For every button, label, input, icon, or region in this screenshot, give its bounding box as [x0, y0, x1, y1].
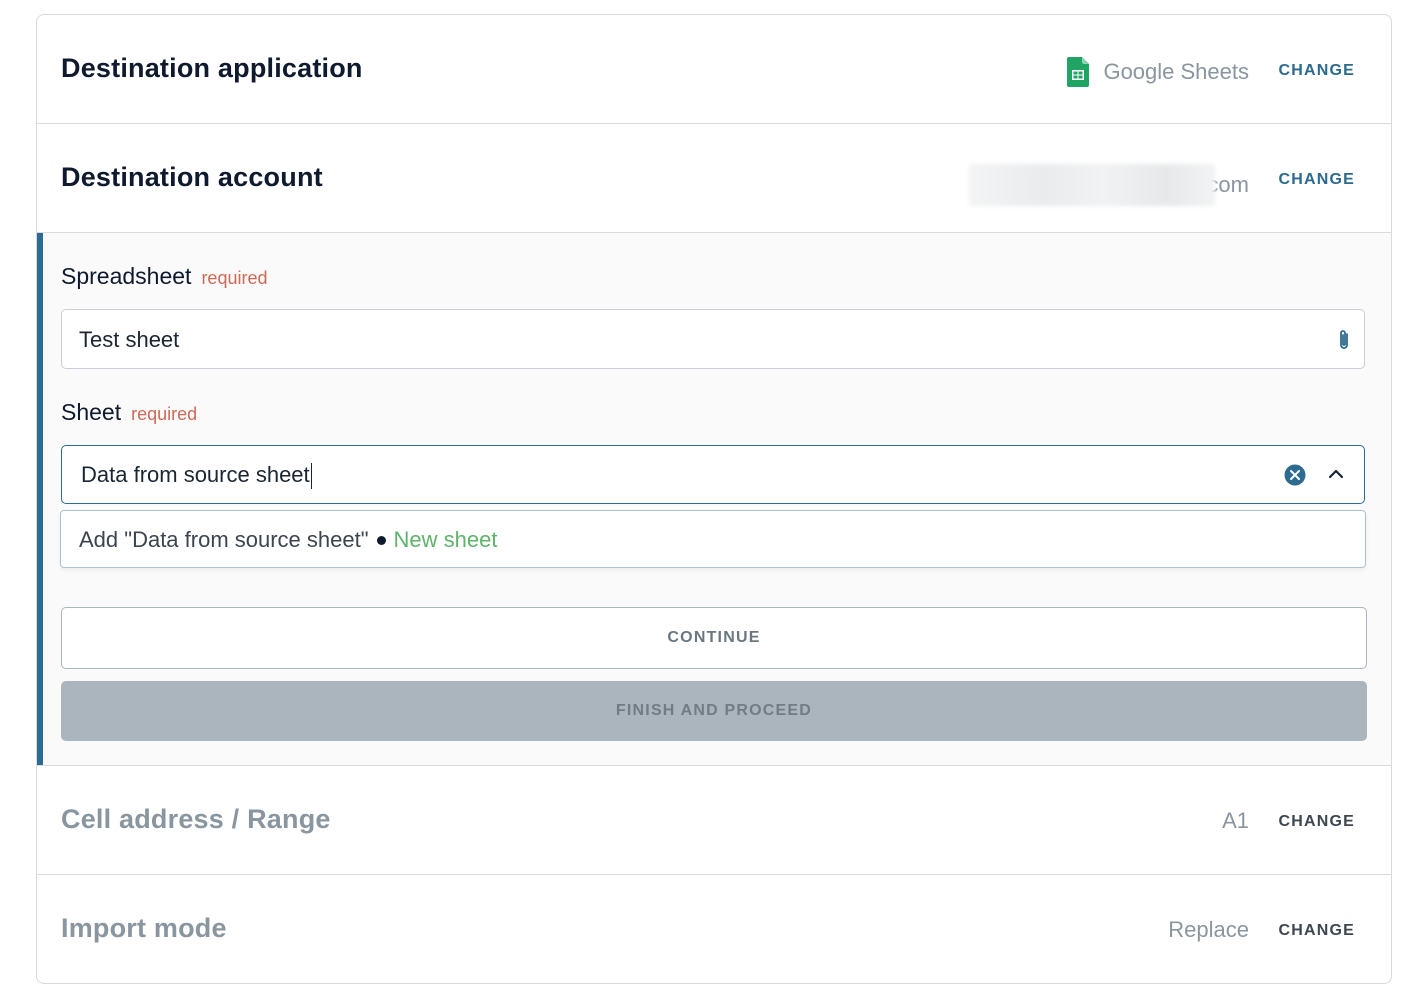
destination-application-row: Destination application Google Sheets CH…	[37, 15, 1391, 124]
clear-circle-icon[interactable]	[1284, 464, 1306, 486]
spreadsheet-input[interactable]: Test sheet	[61, 309, 1365, 369]
bullet-separator	[376, 535, 386, 545]
destination-application-name: Google Sheets	[1103, 59, 1249, 84]
cell-address-value: A1	[1222, 808, 1249, 833]
destination-account-title: Destination account	[61, 162, 323, 192]
spreadsheet-input-value: Test sheet	[79, 327, 180, 352]
google-sheets-icon	[1067, 57, 1090, 87]
sheet-selection-section: Spreadsheet required Test sheet Sheet requ…	[37, 233, 1391, 766]
import-mode-value: Replace	[1168, 917, 1249, 942]
destination-application-title: Destination application	[61, 53, 363, 83]
sheet-label: Sheet required	[61, 399, 197, 426]
change-destination-account-button[interactable]: CHANGE	[1278, 171, 1355, 189]
text-caret	[310, 463, 312, 490]
import-mode-row: Import mode Replace CHANGE	[37, 875, 1391, 983]
sheet-typed-text: Data from source sheet	[81, 462, 310, 487]
paperclip-icon[interactable]	[1336, 328, 1352, 352]
spreadsheet-label: Spreadsheet required	[61, 263, 267, 290]
continue-button[interactable]: CONTINUE	[61, 607, 1367, 669]
cell-address-row: Cell address / Range A1 CHANGE	[37, 766, 1391, 875]
sheet-combobox[interactable]: Data from source sheet	[61, 445, 1365, 504]
sheet-required-tag: required	[131, 404, 198, 424]
destination-application-value: Google Sheets	[1067, 57, 1249, 87]
new-sheet-tag: New sheet	[393, 527, 498, 552]
import-mode-title: Import mode	[61, 913, 227, 943]
finish-and-proceed-button[interactable]: FINISH AND PROCEED	[61, 681, 1367, 741]
sheet-dropdown-option[interactable]: Add "Data from source sheet" New sheet	[60, 510, 1366, 568]
spreadsheet-label-text: Spreadsheet	[61, 263, 192, 289]
change-cell-address-button[interactable]: CHANGE	[1278, 813, 1355, 831]
redacted-email	[969, 164, 1216, 206]
spreadsheet-required-tag: required	[201, 268, 268, 288]
sheet-label-text: Sheet	[61, 399, 122, 425]
destination-account-value: .com	[969, 164, 1249, 206]
destination-account-row: Destination account .com CHANGE	[37, 124, 1391, 233]
sheet-input-value: Data from source sheet	[81, 462, 312, 490]
add-sheet-option-text: Add "Data from source sheet"	[79, 527, 369, 552]
dropdown-option-content: Add "Data from source sheet" New sheet	[79, 527, 498, 553]
change-destination-application-button[interactable]: CHANGE	[1278, 62, 1355, 80]
chevron-up-icon[interactable]	[1328, 468, 1344, 480]
cell-address-title: Cell address / Range	[61, 804, 331, 834]
destination-settings-card: Destination application Google Sheets CH…	[36, 14, 1392, 984]
change-import-mode-button[interactable]: CHANGE	[1278, 922, 1355, 940]
